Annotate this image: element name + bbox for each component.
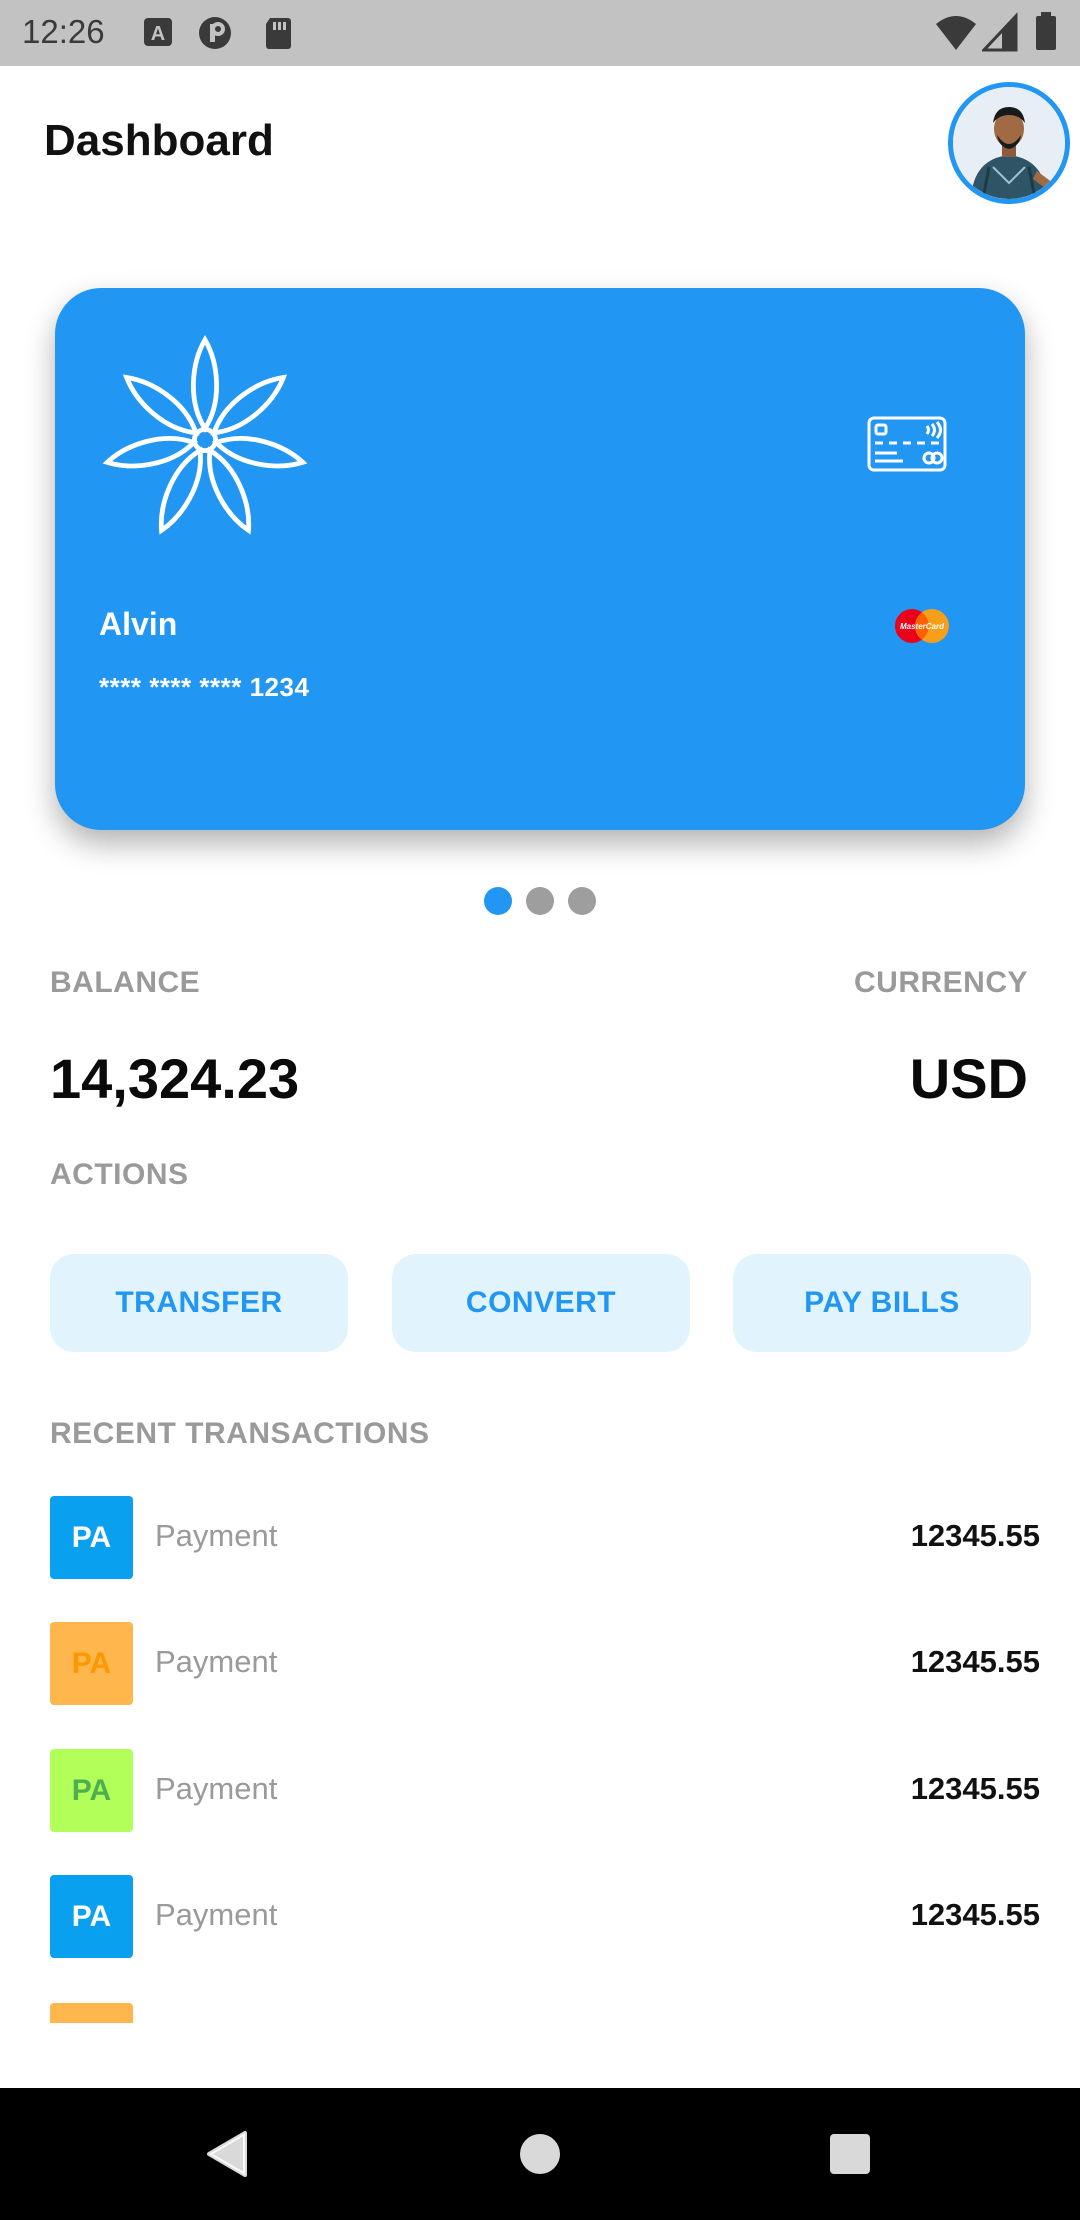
sd-card-icon (266, 18, 291, 49)
home-circle-icon (520, 2134, 560, 2174)
notification-a-icon: A (144, 18, 172, 46)
pay-bills-button[interactable]: PAY BILLS (733, 1254, 1031, 1352)
profile-photo (953, 87, 1065, 199)
svg-text:A: A (151, 23, 165, 45)
contactless-card-icon (867, 416, 947, 472)
currency-label: CURRENCY (853, 966, 1028, 999)
avatar[interactable] (948, 82, 1070, 204)
app-notification-icon (199, 17, 231, 49)
transaction-label: Payment (155, 1897, 278, 1932)
pager-dot-2[interactable] (526, 887, 554, 915)
recents-square-icon (830, 2134, 870, 2174)
transaction-amount: 12345.55 (910, 1897, 1040, 1932)
transaction-badge: PA (50, 1749, 133, 1832)
flower-logo-icon (102, 334, 308, 535)
mastercard-logo-text: MasterCard (900, 622, 945, 631)
card-holder-name: Alvin (99, 606, 178, 642)
status-bar: 12:26 A (0, 0, 1080, 66)
back-button[interactable] (166, 2088, 286, 2220)
actions-label: ACTIONS (50, 1158, 189, 1191)
transaction-badge: PA (50, 1875, 133, 1958)
system-nav-bar (0, 2088, 1080, 2220)
transaction-badge-partial (50, 2003, 133, 2023)
pager-dot-1[interactable] (484, 887, 512, 915)
convert-button[interactable]: CONVERT (392, 1254, 690, 1352)
transaction-badge: PA (50, 1622, 133, 1705)
transaction-label: Payment (155, 1771, 278, 1806)
mastercard-logo-icon: MasterCard (895, 609, 949, 643)
transaction-amount: 12345.55 (910, 1518, 1040, 1553)
battery-icon (1036, 12, 1056, 50)
transaction-row[interactable]: PA Payment 12345.55 (50, 1496, 1040, 1580)
card-pager (0, 887, 1080, 915)
balance-value: 14,324.23 (50, 1047, 300, 1110)
currency-value: USD (909, 1047, 1028, 1110)
transaction-amount: 12345.55 (910, 1771, 1040, 1806)
transaction-badge: PA (50, 1496, 133, 1579)
status-time: 12:26 (22, 13, 105, 50)
transaction-label: Payment (155, 1518, 278, 1553)
back-triangle-icon (207, 2131, 247, 2177)
transaction-row[interactable]: PA Payment 12345.55 (50, 1875, 1040, 1959)
recent-transactions-label: RECENT TRANSACTIONS (50, 1417, 430, 1450)
transaction-row[interactable]: PA Payment 12345.55 (50, 1749, 1040, 1833)
home-button[interactable] (480, 2088, 600, 2220)
wifi-icon (936, 16, 976, 50)
pager-dot-3[interactable] (568, 887, 596, 915)
recents-button[interactable] (790, 2088, 910, 2220)
balance-label: BALANCE (50, 966, 201, 999)
signal-icon (982, 12, 1018, 52)
page-title: Dashboard (44, 116, 274, 165)
card-number: **** **** **** 1234 (99, 672, 310, 702)
transaction-label: Payment (155, 1644, 278, 1679)
transaction-amount: 12345.55 (910, 1644, 1040, 1679)
transaction-row[interactable]: PA Payment 12345.55 (50, 1622, 1040, 1706)
transfer-button[interactable]: TRANSFER (50, 1254, 348, 1352)
bank-card[interactable]: Alvin **** **** **** 1234 MasterCard (55, 288, 1025, 830)
